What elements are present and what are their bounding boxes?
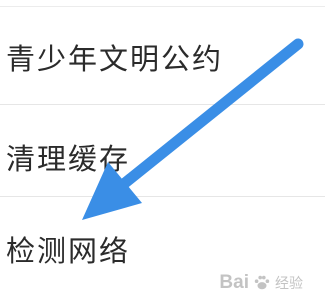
watermark: Bai 经验	[219, 272, 303, 294]
watermark-brand: Bai	[219, 272, 249, 293]
menu-item-check-network[interactable]: 检测网络	[0, 219, 325, 279]
settings-screen: 青少年文明公约 清理缓存 检测网络 Bai 经验	[0, 0, 325, 300]
paw-icon	[254, 275, 270, 290]
menu-divider	[0, 104, 325, 105]
menu-item-youth-civility-pledge[interactable]: 青少年文明公约	[0, 27, 325, 87]
menu-item-label: 青少年文明公约	[6, 42, 224, 76]
menu-divider	[0, 196, 325, 197]
menu-item-label: 检测网络	[6, 234, 131, 268]
top-divider	[0, 6, 325, 7]
menu-item-label: 清理缓存	[6, 142, 131, 176]
watermark-suffix: 经验	[275, 275, 303, 291]
menu-item-clear-cache[interactable]: 清理缓存	[0, 127, 325, 187]
